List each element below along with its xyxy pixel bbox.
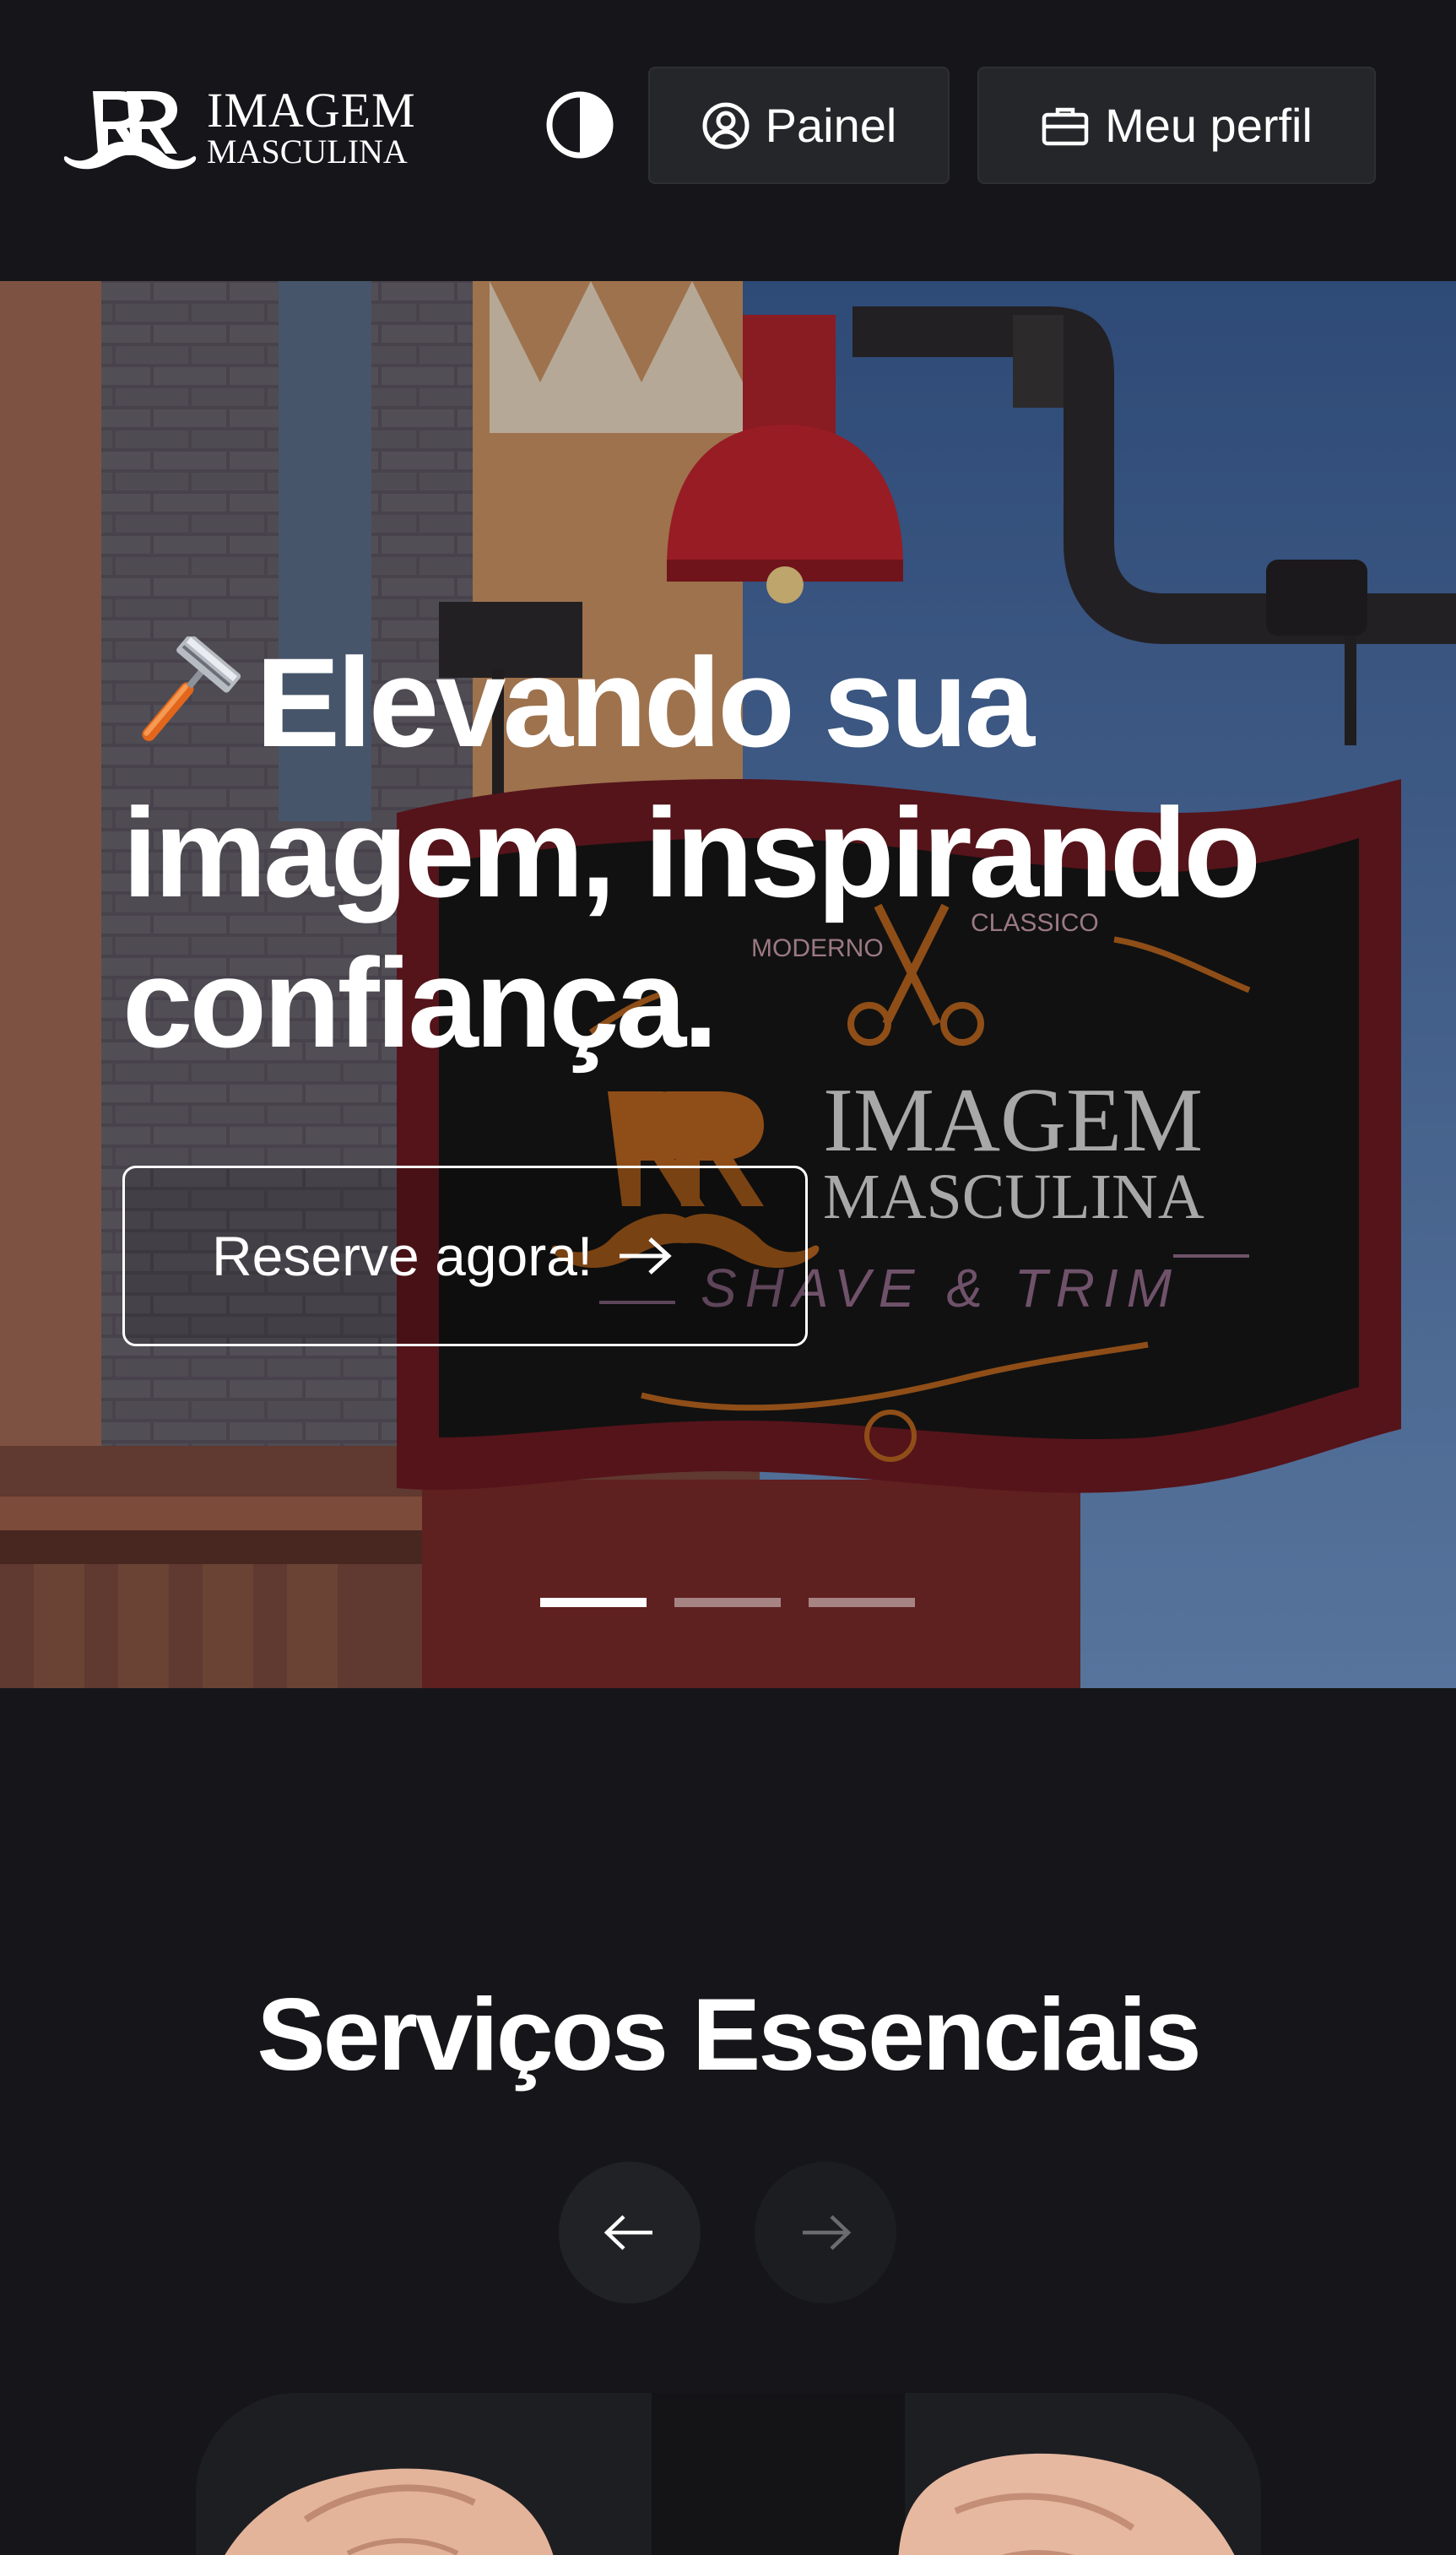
contrast-icon bbox=[546, 91, 614, 159]
arrow-right-icon bbox=[803, 2215, 852, 2250]
brand-line1: IMAGEM bbox=[207, 83, 416, 138]
services-prev-button[interactable] bbox=[559, 2162, 701, 2303]
carousel-dot-3[interactable] bbox=[809, 1598, 915, 1607]
reserve-now-button[interactable]: Reserve agora! bbox=[122, 1166, 808, 1346]
meu-perfil-label: Meu perfil bbox=[1105, 99, 1313, 152]
painel-label: Painel bbox=[765, 99, 897, 152]
hero-title-text: Elevando sua imagem, inspirando confianç… bbox=[122, 631, 1261, 1074]
services-section: Serviços Essenciais bbox=[0, 1688, 1456, 2555]
service-card-image[interactable] bbox=[196, 2393, 1261, 2555]
brand-logo[interactable]: IMAGEM MASCULINA bbox=[61, 84, 424, 171]
services-next-button[interactable] bbox=[755, 2162, 896, 2303]
arrow-right-icon bbox=[620, 1237, 672, 1275]
brand-line2: MASCULINA bbox=[207, 133, 408, 171]
reserve-now-label: Reserve agora! bbox=[212, 1225, 593, 1287]
carousel-dot-2[interactable] bbox=[674, 1598, 781, 1607]
carousel-dot-1[interactable] bbox=[540, 1598, 647, 1607]
mustache-rr-logo-icon bbox=[63, 91, 197, 170]
carousel-indicators bbox=[540, 1598, 916, 1608]
briefcase-icon bbox=[1042, 107, 1089, 145]
hero-carousel: MODERNO CLASSICO IMAGEM MASCULINA SHAVE … bbox=[0, 281, 1456, 1688]
service-photo-hands bbox=[196, 2393, 1261, 2555]
hero-title: Elevando sua imagem, inspirando confianç… bbox=[122, 627, 1372, 1078]
site-header: IMAGEM MASCULINA Painel Meu perfil bbox=[0, 0, 1456, 281]
razor-icon bbox=[122, 633, 241, 754]
arrow-left-icon bbox=[604, 2215, 652, 2250]
brand-logo-text: IMAGEM MASCULINA bbox=[207, 86, 416, 169]
services-title: Serviços Essenciais bbox=[257, 1977, 1201, 2092]
user-circle-icon bbox=[702, 102, 750, 149]
meu-perfil-button[interactable]: Meu perfil bbox=[977, 67, 1376, 184]
theme-toggle-button[interactable] bbox=[544, 89, 616, 161]
painel-button[interactable]: Painel bbox=[648, 67, 950, 184]
